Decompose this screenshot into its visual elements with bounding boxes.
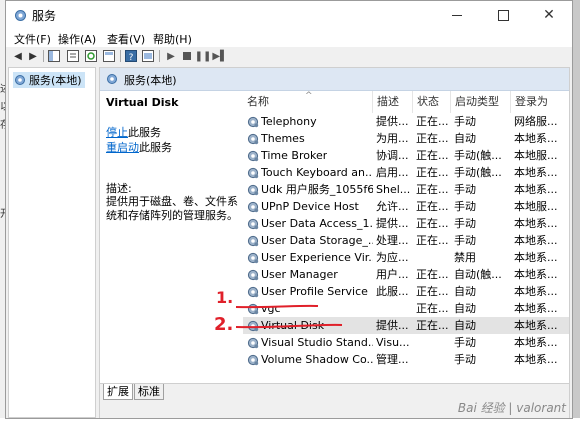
watermark: Bai 经验 | valorant: [457, 401, 566, 415]
annotation-underlines: [235, 304, 343, 329]
annotation-underline-2: [235, 323, 343, 329]
annotation-underline-1: [235, 304, 319, 309]
